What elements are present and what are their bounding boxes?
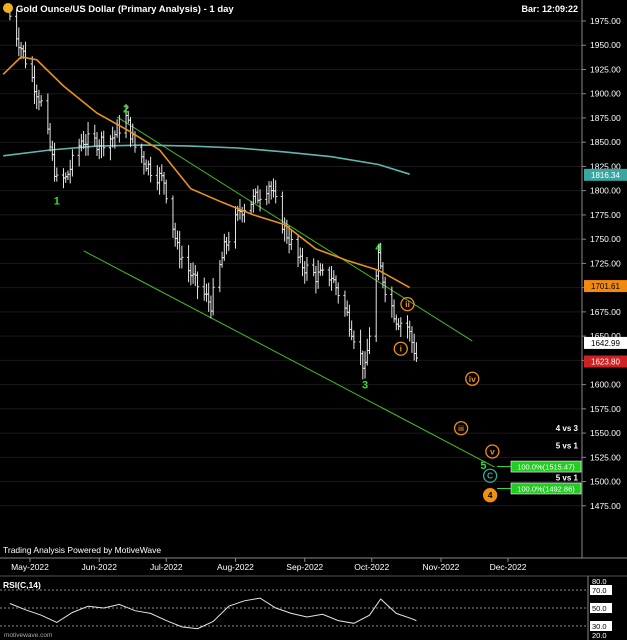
price-tick-label: 1850.00	[590, 137, 621, 147]
time-tick-label: Nov-2022	[423, 562, 460, 572]
wave-label-text: iii	[458, 426, 464, 433]
rsi-tick-label: 70.0	[592, 586, 607, 595]
time-tick-label: Aug-2022	[217, 562, 254, 572]
price-grid	[0, 20, 582, 507]
price-tick-label: 1575.00	[590, 404, 621, 414]
projection-heading: 5 vs 1	[556, 442, 579, 451]
wave-label-text: 3	[362, 380, 368, 392]
projection-label: 100.0%(1515.47)	[517, 463, 575, 472]
price-tick-label: 1925.00	[590, 64, 621, 74]
price-tick-label: 1550.00	[590, 428, 621, 438]
rsi-tick: 70.0	[590, 585, 612, 595]
wave-label-text: 4	[488, 490, 493, 500]
price-tag: 1816.34	[584, 168, 627, 181]
price-tick-label: 1900.00	[590, 89, 621, 99]
price-tag-label: 1642.99	[591, 339, 620, 348]
price-tick-label: 1800.00	[590, 186, 621, 196]
time-tick-label: Oct-2022	[354, 562, 389, 572]
projection: 4 vs 3	[556, 424, 579, 433]
watermark: motivewave.com	[4, 632, 52, 639]
wave-label-text: iv	[469, 374, 476, 384]
wave-label-text: C	[487, 471, 493, 481]
price-tag: 1642.99	[584, 336, 627, 349]
price-tick-label: 1525.00	[590, 452, 621, 462]
projection-label: 100.0%(1492.86)	[517, 484, 575, 493]
price-tick-label: 1725.00	[590, 258, 621, 268]
projection-heading: 5 vs 1	[556, 474, 579, 483]
rsi-tick-label: 30.0	[592, 622, 607, 631]
wave-label: 1	[54, 195, 60, 207]
bar-time: Bar: 12:09:22	[521, 4, 578, 14]
time-tick-label: Sep-2022	[286, 562, 323, 572]
price-tag: 1701.61	[584, 280, 627, 293]
price-tick-label: 1950.00	[590, 40, 621, 50]
wave-label: 2	[123, 103, 129, 115]
powered-by-label: Trading Analysis Powered by MotiveWave	[3, 545, 161, 555]
wave-label-text: 1	[54, 195, 60, 207]
price-tick-label: 1500.00	[590, 477, 621, 487]
price-tick-label: 1775.00	[590, 210, 621, 220]
rsi-tick: 30.0	[590, 621, 612, 631]
rsi-tick: 80.0	[592, 577, 607, 586]
chart-title: Gold Ounce/US Dollar (Primary Analysis) …	[16, 4, 234, 15]
rsi-tick-label: 80.0	[592, 577, 607, 586]
rsi-tick-label: 20.0	[592, 631, 607, 640]
price-tag-label: 1816.34	[591, 171, 620, 180]
time-tick-label: Jun-2022	[82, 562, 118, 572]
wave-label: 4	[375, 242, 382, 254]
rsi-axis: 20.030.0 50.0 70.080.0	[590, 577, 612, 640]
price-tag-label: 1701.61	[591, 282, 620, 291]
wave-label-text: v	[490, 447, 495, 457]
wave-label-text: i	[400, 344, 402, 354]
price-tick-label: 1600.00	[590, 380, 621, 390]
price-tick-label: 1475.00	[590, 501, 621, 511]
gold-circle-icon	[3, 3, 13, 13]
price-tick-label: 1750.00	[590, 234, 621, 244]
rsi-tick: 20.0	[592, 631, 607, 640]
wave-label-text: 2	[123, 103, 129, 115]
price-tick-label: 1675.00	[590, 307, 621, 317]
time-tick-label: Jul-2022	[150, 562, 183, 572]
rsi-tick: 50.0	[590, 603, 612, 613]
wave-label-text: ii	[405, 299, 410, 309]
chart: 12345iiiiiiivvC4 4 vs 35 vs 1100.0%(1515…	[0, 0, 627, 640]
price-tick-label: 1975.00	[590, 16, 621, 26]
wave-label-text: 4	[375, 242, 382, 254]
time-tick-label: May-2022	[11, 562, 49, 572]
price-tag: 1623.80	[584, 355, 627, 368]
projection-heading: 4 vs 3	[556, 424, 579, 433]
price-tick-label: 1875.00	[590, 113, 621, 123]
time-tick-label: Dec-2022	[490, 562, 527, 572]
price-tag-label: 1623.80	[591, 358, 620, 367]
wave-label: 3	[362, 380, 368, 392]
chart-background	[0, 0, 627, 640]
rsi-tick-label: 50.0	[592, 604, 607, 613]
rsi-title: RSI(C,14)	[3, 580, 41, 590]
wave-label: 4	[482, 487, 498, 503]
